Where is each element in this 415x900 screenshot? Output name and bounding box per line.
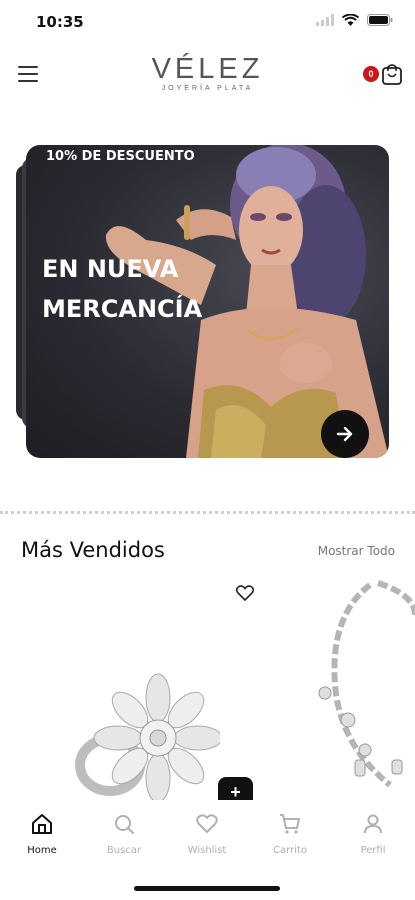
nav-cart[interactable]: Carrito: [255, 812, 325, 856]
banner-title-line: MERCANCÍA: [42, 295, 203, 323]
signal-icon: [316, 14, 334, 26]
nav-home[interactable]: Home: [7, 812, 77, 856]
app-header: VÉLEZ JOYERÍA PLATA 0: [0, 52, 415, 96]
logo-subtitle: JOYERÍA PLATA: [161, 85, 254, 92]
battery-icon: [367, 14, 393, 26]
bottom-navigation: Home Buscar Wishlist Carrito Perfil: [0, 800, 415, 900]
arrow-right-icon: [336, 426, 353, 442]
promo-banner[interactable]: 10% DE DESCUENTO EN NUEVA MERCANCÍA: [26, 145, 389, 458]
home-indicator: [134, 886, 280, 891]
nav-label: Carrito: [273, 845, 307, 856]
header-cart-button[interactable]: 0: [363, 62, 403, 88]
heart-icon: [196, 814, 218, 833]
product-image-bracelet[interactable]: [300, 575, 415, 795]
section-title: Más Vendidos: [21, 538, 165, 562]
user-icon: [364, 814, 382, 834]
status-icons: [316, 14, 393, 26]
show-all-link[interactable]: Mostrar Todo: [318, 544, 395, 558]
banner-discount-label: 10% DE DESCUENTO: [46, 149, 195, 164]
brand-logo[interactable]: VÉLEZ JOYERÍA PLATA: [0, 54, 415, 92]
cart-icon: [280, 814, 300, 834]
nav-wishlist[interactable]: Wishlist: [172, 812, 242, 856]
shopping-bag-icon: [382, 64, 402, 85]
status-bar: 10:35: [0, 0, 415, 44]
cart-count-badge: 0: [363, 66, 379, 82]
nav-label: Perfil: [360, 845, 386, 856]
banner-title: EN NUEVA MERCANCÍA: [42, 249, 232, 329]
section-divider: [0, 511, 415, 514]
nav-label: Home: [27, 845, 57, 856]
banner-arrow-button[interactable]: [321, 410, 369, 458]
product-image-ring[interactable]: [70, 670, 220, 810]
wishlist-heart-icon[interactable]: [236, 585, 254, 601]
banner-title-line: EN NUEVA: [42, 255, 179, 283]
search-icon: [115, 815, 134, 834]
logo-name: VÉLEZ: [151, 53, 264, 85]
wifi-icon: [342, 14, 359, 26]
nav-search[interactable]: Buscar: [89, 812, 159, 856]
home-icon: [32, 814, 52, 834]
nav-profile[interactable]: Perfil: [338, 812, 408, 856]
status-time: 10:35: [36, 13, 84, 31]
nav-label: Wishlist: [187, 845, 227, 856]
nav-label: Buscar: [106, 845, 142, 856]
